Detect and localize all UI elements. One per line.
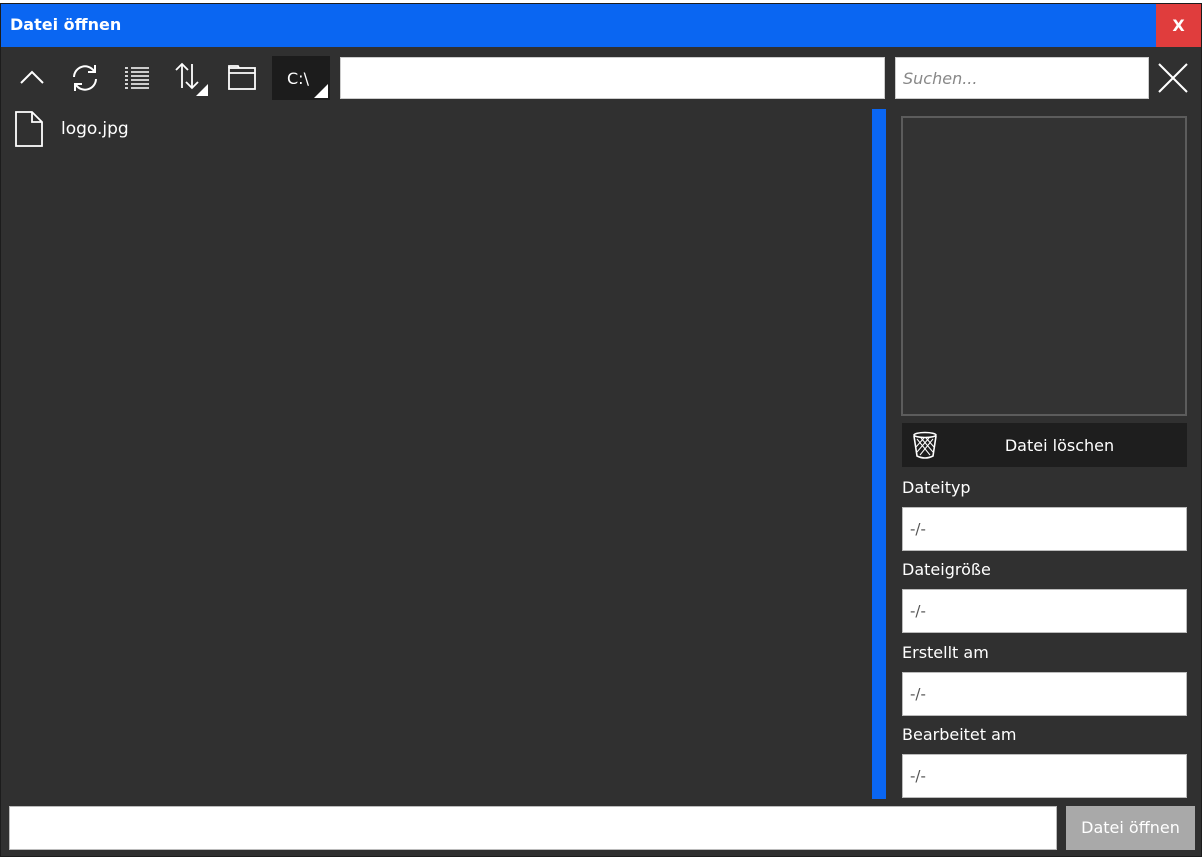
delete-file-button[interactable]: Datei löschen [902, 423, 1187, 467]
close-button[interactable]: X [1156, 4, 1201, 47]
dropdown-corner-icon [314, 84, 328, 98]
modified-label: Bearbeitet am [902, 725, 1017, 744]
modified-value: -/- [902, 754, 1187, 798]
drive-label: C:\ [287, 69, 309, 88]
view-mode-button[interactable] [115, 56, 159, 100]
open-file-button[interactable]: Datei öffnen [1066, 806, 1195, 850]
path-input[interactable] [340, 57, 885, 99]
drive-selector[interactable]: C:\ [272, 56, 330, 100]
clear-search-button[interactable] [1153, 57, 1193, 99]
created-label: Erstellt am [902, 643, 989, 662]
dialog-title: Datei öffnen [10, 15, 122, 34]
file-open-dialog: Datei öffnen X C:\ Suchen... logo.jpg Da… [0, 3, 1202, 857]
file-type-label: Dateityp [902, 478, 971, 497]
list-view-icon [125, 67, 149, 89]
search-input[interactable] [895, 57, 1149, 99]
refresh-icon [73, 65, 97, 91]
file-preview [901, 116, 1187, 416]
created-value: -/- [902, 672, 1187, 716]
chevron-up-icon [20, 70, 44, 84]
file-icon [9, 109, 49, 149]
file-list[interactable]: logo.jpg [9, 109, 869, 799]
close-icon [1158, 63, 1188, 93]
folder-icon [228, 65, 256, 90]
up-button[interactable] [10, 56, 54, 100]
file-type-value: -/- [902, 507, 1187, 551]
file-size-label: Dateigröße [902, 560, 991, 579]
refresh-button[interactable] [63, 56, 107, 100]
sort-button[interactable] [168, 56, 212, 100]
scrollbar[interactable] [872, 109, 886, 799]
sort-icon [175, 62, 208, 96]
title-bar[interactable]: Datei öffnen X [1, 4, 1201, 47]
file-name: logo.jpg [61, 119, 129, 139]
delete-file-label: Datei löschen [1004, 436, 1115, 455]
file-size-value: -/- [902, 589, 1187, 633]
list-item[interactable]: logo.jpg [9, 109, 309, 149]
new-folder-button[interactable] [220, 56, 264, 100]
filename-input[interactable] [9, 806, 1057, 850]
